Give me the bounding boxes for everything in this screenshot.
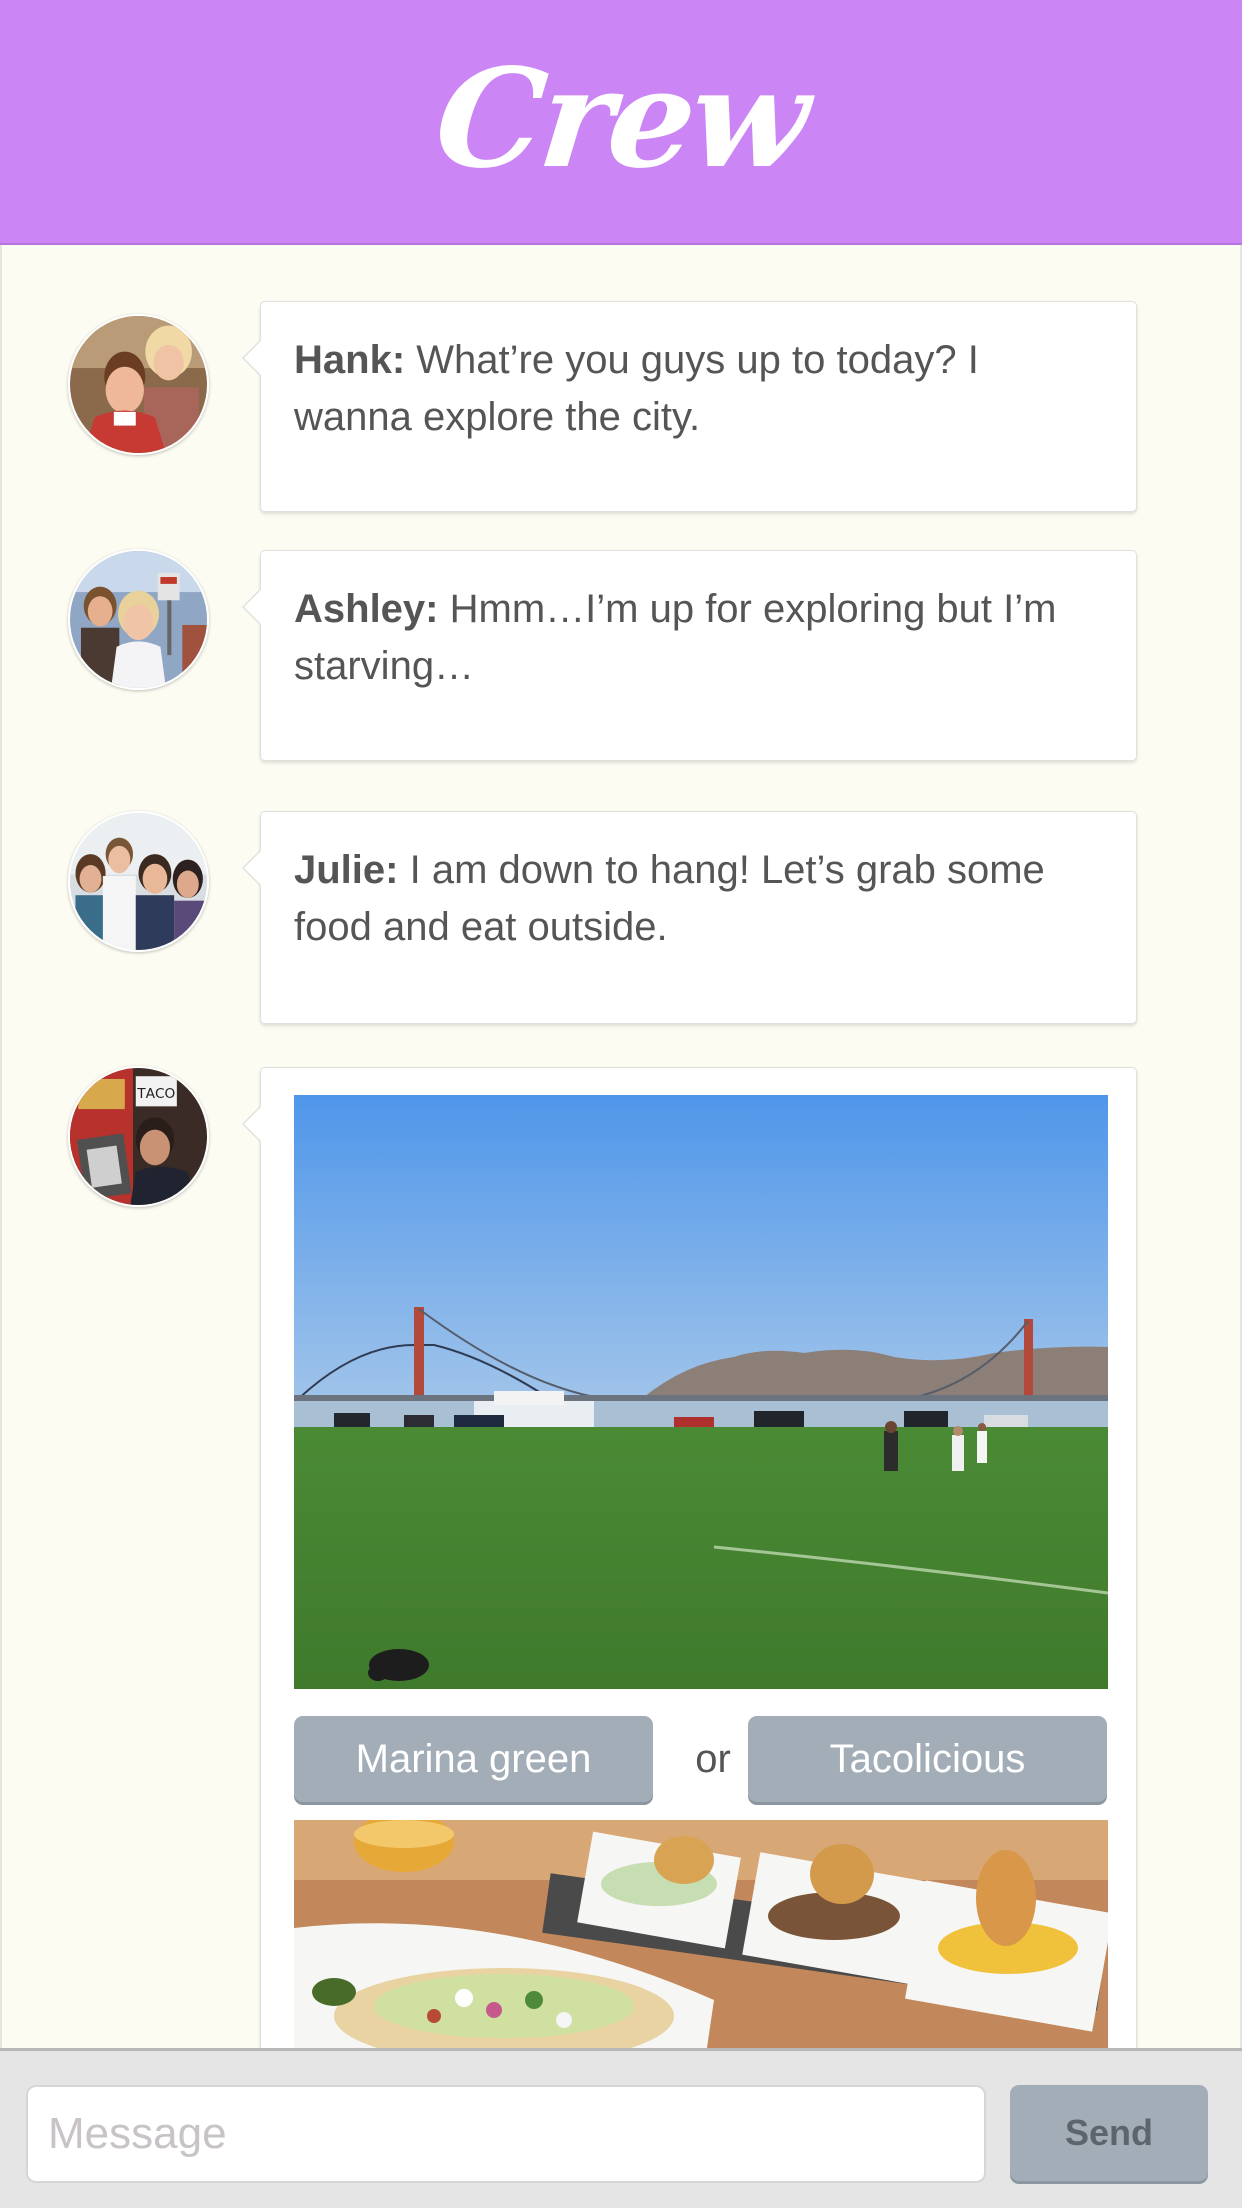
app-logo: Crew bbox=[428, 38, 814, 199]
app-header: Crew bbox=[0, 0, 1242, 245]
message-text: Hank: What’re you guys up to today? I wa… bbox=[294, 332, 1074, 446]
suggestion-card: Marina green or Tacolicious bbox=[242, 1067, 1137, 2048]
message-bubble: Hank: What’re you guys up to today? I wa… bbox=[242, 301, 1137, 512]
ashley-avatar[interactable] bbox=[68, 549, 209, 690]
choice-tacolicious-button[interactable]: Tacolicious bbox=[748, 1716, 1107, 1802]
message-text: Julie: I am down to hang! Let’s grab som… bbox=[294, 842, 1074, 956]
tacolicious-food-photo[interactable] bbox=[294, 1820, 1108, 2048]
message-body: I am down to hang! Let’s grab some food … bbox=[294, 848, 1045, 949]
message-author: Julie: bbox=[294, 848, 399, 892]
message-input[interactable] bbox=[26, 2085, 986, 2183]
message-author: Ashley: bbox=[294, 587, 439, 631]
send-button[interactable]: Send bbox=[1010, 2085, 1208, 2181]
message-author: Hank: bbox=[294, 338, 406, 382]
marina-green-photo[interactable] bbox=[294, 1095, 1108, 1689]
svg-text:ТАСО: ТАСО bbox=[136, 1086, 175, 1102]
choice-marina-green-button[interactable]: Marina green bbox=[294, 1716, 653, 1802]
julie-avatar[interactable] bbox=[68, 811, 209, 952]
fourth-user-avatar[interactable]: ТАСО bbox=[68, 1066, 209, 1207]
hank-avatar[interactable] bbox=[68, 314, 209, 455]
chat-thread[interactable]: Hank: What’re you guys up to today? I wa… bbox=[0, 245, 1242, 2048]
message-bubble: Ashley: Hmm…I’m up for exploring but I’m… bbox=[242, 550, 1137, 761]
message-text: Ashley: Hmm…I’m up for exploring but I’m… bbox=[294, 581, 1074, 695]
composer-bar: Send bbox=[0, 2048, 1242, 2208]
message-bubble: Julie: I am down to hang! Let’s grab som… bbox=[242, 811, 1137, 1024]
